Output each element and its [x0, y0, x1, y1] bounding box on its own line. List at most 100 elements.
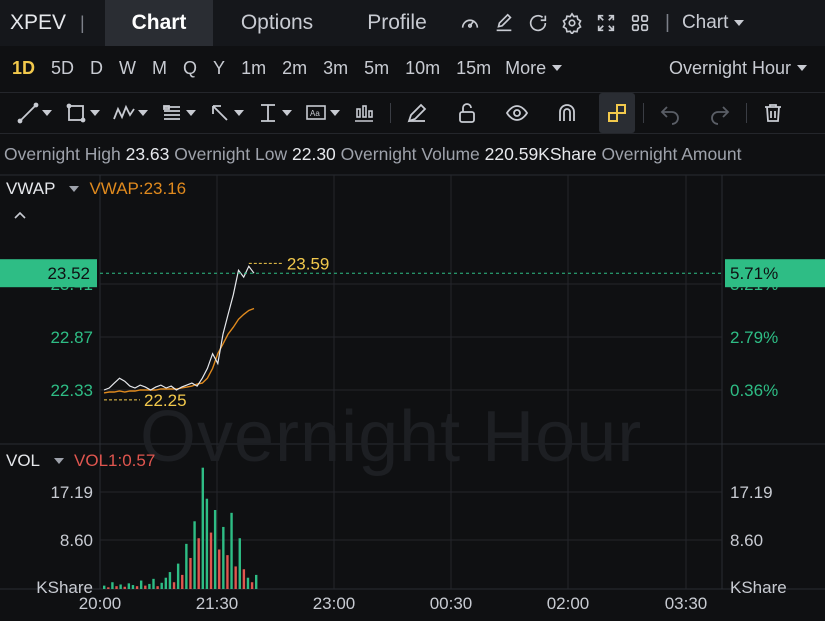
interval-15m[interactable]: 15m [448, 46, 499, 90]
price-line [103, 265, 255, 391]
interval-q[interactable]: Q [175, 46, 205, 90]
tab-options[interactable]: Options [213, 0, 341, 46]
toolbar-divider [746, 103, 747, 123]
interval-m[interactable]: M [144, 46, 175, 90]
volume-bar [209, 532, 213, 589]
percent-axis-label: 2.79% [730, 328, 778, 347]
interval-2m[interactable]: 2m [274, 46, 315, 90]
measure-icon [261, 104, 275, 122]
chevron-down-icon [552, 65, 563, 71]
interval-3m[interactable]: 3m [315, 46, 356, 90]
text-note-tool[interactable]: Aa [298, 93, 346, 133]
tab-profile[interactable]: Profile [341, 0, 453, 46]
interval-bar: 1D 5D D W M Q Y 1m 2m 3m 5m 10m 15m More Overnight H… [0, 46, 825, 90]
redo-button[interactable] [702, 93, 738, 133]
time-tick-label: 02:00 [547, 594, 590, 613]
chevron-down-icon[interactable] [54, 458, 65, 464]
chevron-down-icon [234, 110, 244, 116]
interval-d[interactable]: D [82, 46, 111, 90]
time-tick-label: 00:30 [430, 594, 473, 613]
more-intervals-button[interactable]: More [499, 58, 568, 79]
interval-10m[interactable]: 10m [397, 46, 448, 90]
interval-y[interactable]: Y [205, 46, 233, 90]
fibonacci-tool[interactable] [154, 93, 202, 133]
volume-bar [230, 512, 233, 589]
volume-axis-label-right: 17.19 [730, 483, 773, 502]
chart-area[interactable]: 20:0021:3023:0000:3002:0003:3023.413.21%… [0, 170, 825, 621]
chevron-down-icon [90, 110, 100, 116]
chart-type-menu[interactable]: | Chart [665, 12, 745, 34]
price-indicator-name: VWAP [6, 179, 56, 198]
volume-bar [119, 584, 122, 589]
chevron-down-icon [282, 110, 292, 116]
volume-bar [234, 566, 237, 589]
arrow-icon [212, 105, 228, 121]
interval-5m[interactable]: 5m [356, 46, 397, 90]
session-select[interactable]: Overnight Hour [669, 46, 807, 90]
volume-bar [103, 585, 106, 589]
candle-icon [355, 105, 373, 122]
text-note-icon: Aa [306, 105, 326, 120]
volume-bar [107, 587, 110, 589]
interval-5d[interactable]: 5D [43, 46, 82, 90]
pencil-icon [407, 103, 427, 123]
volume-axis-label: KShare [36, 578, 93, 597]
undo-button[interactable] [652, 93, 688, 133]
volume-bar [156, 586, 159, 589]
percent-axis-label: 0.36% [730, 381, 778, 400]
expand-icon[interactable] [589, 0, 623, 46]
pencil-tool[interactable] [399, 93, 435, 133]
unlock-tool[interactable] [449, 93, 485, 133]
refresh-icon[interactable] [521, 0, 555, 46]
chevron-down-icon [186, 110, 196, 116]
volume-axis-label-right: 8.60 [730, 531, 763, 550]
link-tool[interactable] [599, 93, 635, 133]
toolbar-divider [643, 103, 644, 123]
interval-1d[interactable]: 1D [4, 46, 43, 90]
vwap-value: VWAP:23.16 [89, 179, 187, 198]
toolbar-divider [390, 103, 391, 123]
interval-1m[interactable]: 1m [233, 46, 274, 90]
pattern-tool[interactable] [106, 93, 154, 133]
session-watermark: Overnight Hour [140, 397, 643, 477]
volume-bar [131, 585, 135, 589]
rectangle-icon [66, 103, 86, 123]
magnet-tool[interactable] [549, 93, 585, 133]
volume-bar [226, 555, 229, 589]
delete-drawings-button[interactable] [755, 93, 791, 133]
arrow-tool[interactable] [202, 93, 250, 133]
time-tick-label: 23:00 [313, 594, 356, 613]
volume-indicator-name: VOL [6, 451, 41, 470]
visibility-tool[interactable] [499, 93, 535, 133]
redo-icon [711, 106, 730, 125]
magnet-icon [559, 104, 575, 121]
measure-tool[interactable] [250, 93, 298, 133]
link-icon [608, 104, 626, 122]
vwap-line [103, 307, 255, 394]
chevron-up-icon [14, 211, 26, 219]
volume-indicator-header[interactable]: VOL VOL1:0.57 [6, 451, 155, 471]
trend-line-tool[interactable] [10, 93, 58, 133]
chevron-down-icon[interactable] [69, 186, 80, 192]
candle-tool[interactable] [346, 93, 382, 133]
gauge-icon[interactable] [453, 0, 487, 46]
chart-menu-separator: | [665, 12, 670, 33]
interval-w[interactable]: W [111, 46, 144, 90]
volume-bar [164, 577, 168, 589]
price-indicator-header[interactable]: VWAP VWAP:23.16 [6, 179, 186, 199]
high-label: Overnight High [4, 144, 121, 164]
rectangle-tool[interactable] [58, 93, 106, 133]
volume-bar [242, 569, 246, 589]
volume-bar [144, 585, 147, 589]
settings-icon[interactable] [555, 0, 589, 46]
volume-bar [255, 574, 258, 589]
grid-icon[interactable] [623, 0, 657, 46]
ticker-symbol: XPEV | [0, 0, 105, 46]
volume-bar [185, 543, 188, 589]
trend-line-icon [17, 102, 39, 124]
fibonacci-icon [163, 105, 180, 120]
edit-icon[interactable] [487, 0, 521, 46]
tab-chart[interactable]: Chart [105, 0, 213, 46]
collapse-panel-button[interactable] [12, 208, 28, 226]
ticker-label: XPEV [10, 11, 67, 34]
